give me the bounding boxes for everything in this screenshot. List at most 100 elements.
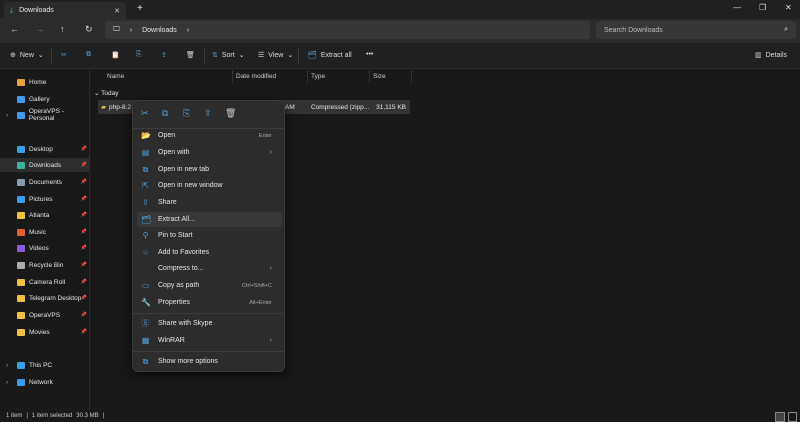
delete-button[interactable]: 🗑 bbox=[186, 51, 195, 59]
sort-button[interactable]: ⇅ Sort ⌄ bbox=[212, 51, 245, 60]
copy-icon[interactable]: ⧉ bbox=[162, 108, 168, 119]
details-view-button[interactable] bbox=[775, 412, 785, 422]
menu-item-extract-all[interactable]: 🗂 Extract All... bbox=[137, 212, 282, 227]
column-size[interactable]: Size bbox=[373, 73, 386, 80]
pin-icon[interactable]: 📌 bbox=[81, 245, 87, 251]
extract-all-button[interactable]: 🗂 Extract all bbox=[308, 51, 352, 60]
forward-button[interactable]: → bbox=[35, 24, 44, 34]
sidebar-item-movies[interactable]: Movies 📌 bbox=[0, 325, 90, 339]
menu-item-open[interactable]: 📂 Open Enter bbox=[137, 128, 282, 143]
menu-item-show-more-options[interactable]: ⧉ Show more options bbox=[137, 354, 282, 369]
share-icon: ⇪ bbox=[142, 198, 149, 207]
sidebar-item-label: Camera Roll bbox=[29, 278, 66, 286]
downloads-icon bbox=[17, 161, 25, 169]
pin-icon[interactable]: 📌 bbox=[81, 162, 87, 168]
open-with-icon: ▤ bbox=[141, 148, 150, 157]
rename-icon[interactable]: ⎘ bbox=[183, 108, 190, 119]
pin-icon[interactable]: 📌 bbox=[81, 146, 87, 152]
menu-item-open-in-new-tab[interactable]: ⧉ Open in new tab bbox=[137, 162, 282, 177]
pin-icon[interactable]: 📌 bbox=[81, 179, 87, 185]
column-type[interactable]: Type bbox=[311, 73, 325, 80]
close-window-button[interactable]: ✕ bbox=[785, 3, 792, 12]
chevron-right-icon[interactable]: › bbox=[6, 362, 8, 369]
copy-button[interactable]: ⧉ bbox=[86, 51, 91, 59]
breadcrumb-downloads[interactable]: Downloads bbox=[142, 27, 177, 34]
sidebar-item-operavps[interactable]: OperaVPS 📌 bbox=[0, 308, 90, 322]
share-button[interactable]: ⇪ bbox=[161, 51, 167, 59]
sidebar-item-music[interactable]: Music 📌 bbox=[0, 225, 90, 239]
sidebar-item-home[interactable]: Home bbox=[0, 75, 90, 89]
more-button[interactable]: ••• bbox=[366, 51, 373, 58]
tab-downloads[interactable]: ⤓ Downloads ✕ bbox=[4, 2, 126, 19]
menu-item-winrar[interactable]: ▦ WinRAR › bbox=[137, 333, 282, 348]
rename-button[interactable]: ⎘ bbox=[136, 51, 142, 59]
chevron-right-icon: › bbox=[269, 337, 272, 344]
sidebar-item-desktop[interactable]: Desktop 📌 bbox=[0, 142, 90, 156]
tiles-view-button[interactable] bbox=[788, 412, 797, 422]
menu-item-share[interactable]: ⇪ Share bbox=[137, 195, 282, 210]
network-icon bbox=[17, 378, 25, 386]
share-icon[interactable]: ⇪ bbox=[204, 108, 212, 119]
details-button[interactable]: ▥ Details bbox=[755, 51, 787, 60]
menu-item-pin-to-start[interactable]: ⚲ Pin to Start bbox=[137, 228, 282, 243]
menu-item-share-with-skype[interactable]: Ⓢ Share with Skype bbox=[137, 316, 282, 331]
sidebar-item-label: Music bbox=[29, 228, 46, 236]
column-divider[interactable] bbox=[232, 70, 233, 83]
delete-icon[interactable]: 🗑 bbox=[225, 108, 236, 119]
menu-item-copy-as-path[interactable]: ▭ Copy as path Ctrl+Shift+C bbox=[137, 278, 282, 293]
cut-button[interactable]: ✂ bbox=[61, 51, 67, 59]
pin-icon[interactable]: 📌 bbox=[81, 279, 87, 285]
context-menu: ✂ ⧉ ⎘ ⇪ 🗑 📂 Open Enter ▤ Open with › ⧉ Open in … bbox=[132, 100, 285, 372]
column-divider[interactable] bbox=[307, 70, 308, 83]
pin-icon[interactable]: 📌 bbox=[81, 312, 87, 318]
menu-item-compress-to[interactable]: Compress to... › bbox=[137, 261, 282, 276]
cut-icon[interactable]: ✂ bbox=[141, 108, 149, 119]
menu-item-open-with[interactable]: ▤ Open with › bbox=[137, 145, 282, 160]
sidebar-item-documents[interactable]: Documents 📌 bbox=[0, 175, 90, 189]
close-tab-button[interactable]: ✕ bbox=[114, 7, 120, 15]
sidebar-item-this-pc[interactable]: › This PC bbox=[0, 358, 90, 372]
pin-icon[interactable]: 📌 bbox=[81, 295, 87, 301]
sidebar-item-downloads[interactable]: Downloads 📌 bbox=[0, 158, 90, 172]
refresh-button[interactable]: ↻ bbox=[85, 24, 93, 35]
group-header-today[interactable]: ⌄ Today bbox=[94, 89, 119, 97]
chevron-right-icon[interactable]: › bbox=[6, 379, 8, 386]
search-input[interactable]: Search Downloads ⌕ bbox=[596, 21, 796, 39]
downloads-icon: ⤓ bbox=[10, 6, 14, 14]
column-date-modified[interactable]: Date modified bbox=[236, 73, 276, 80]
minimize-button[interactable]: — bbox=[733, 3, 741, 12]
column-name[interactable]: Name bbox=[107, 73, 124, 80]
up-button[interactable]: ↑ bbox=[60, 24, 65, 34]
menu-item-open-in-new-window[interactable]: ⇱ Open in new window bbox=[137, 178, 282, 193]
divider bbox=[204, 48, 205, 64]
sidebar-item-operavps-personal[interactable]: › OperaVPS - Personal bbox=[0, 108, 90, 122]
chevron-right-icon[interactable]: › bbox=[6, 112, 8, 119]
sidebar-item-videos[interactable]: Videos 📌 bbox=[0, 241, 90, 255]
chevron-right-icon[interactable]: › bbox=[187, 27, 189, 34]
sidebar-item-telegram-desktop[interactable]: Telegram Desktop 📌 bbox=[0, 291, 90, 305]
pin-icon[interactable]: 📌 bbox=[81, 229, 87, 235]
back-button[interactable]: ← bbox=[10, 24, 19, 34]
pin-icon[interactable]: 📌 bbox=[81, 196, 87, 202]
new-button[interactable]: ⊕ New ⌄ bbox=[10, 51, 44, 60]
pin-icon[interactable]: 📌 bbox=[81, 262, 87, 268]
sidebar-item-pictures[interactable]: Pictures 📌 bbox=[0, 192, 90, 206]
maximize-button[interactable]: ❐ bbox=[759, 3, 766, 12]
sidebar-item-atlanta[interactable]: Atlanta 📌 bbox=[0, 208, 90, 222]
monitor-icon: 🖵 bbox=[113, 26, 120, 33]
address-bar[interactable]: 🖵 › Downloads › bbox=[105, 21, 590, 39]
sidebar-item-camera-roll[interactable]: Camera Roll 📌 bbox=[0, 275, 90, 289]
column-divider[interactable] bbox=[411, 70, 412, 83]
view-button[interactable]: ☰ View ⌄ bbox=[258, 51, 293, 60]
pin-icon[interactable]: 📌 bbox=[81, 329, 87, 335]
sidebar-item-gallery[interactable]: Gallery bbox=[0, 92, 90, 106]
sidebar-item-recycle-bin[interactable]: Recycle Bin 📌 bbox=[0, 258, 90, 272]
paste-button[interactable]: 📋 bbox=[111, 51, 120, 59]
menu-item-properties[interactable]: 🔧 Properties Alt+Enter bbox=[137, 295, 282, 310]
sidebar-item-network[interactable]: › Network bbox=[0, 375, 90, 389]
menu-item-add-to-favorites[interactable]: ☆ Add to Favorites bbox=[137, 245, 282, 260]
pin-icon[interactable]: 📌 bbox=[81, 212, 87, 218]
new-tab-button[interactable]: + bbox=[137, 3, 143, 14]
column-divider[interactable] bbox=[369, 70, 370, 83]
sort-icon: ⇅ bbox=[212, 52, 218, 59]
